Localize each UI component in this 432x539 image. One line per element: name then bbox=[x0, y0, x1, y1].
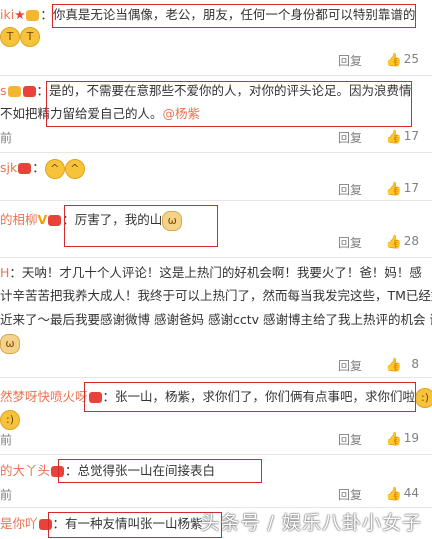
highlight-box bbox=[46, 81, 412, 127]
comment-3: sjk： ^ ^ 回复 👍 17 bbox=[0, 153, 432, 199]
thumbs-up-icon[interactable]: 👍 bbox=[386, 358, 402, 373]
watermark: 头条号 / 娱乐八卦小女子 bbox=[200, 512, 422, 534]
reply-button[interactable]: 回复 bbox=[338, 486, 362, 503]
crying-emoji-icon: T bbox=[0, 26, 20, 47]
comment-text: ：天呐！才几十个人评论！这是上热门的好机会啊！我要火了！爸！妈！感 bbox=[9, 265, 422, 280]
comment-5: H：天呐！才几十个人评论！这是上热门的好机会啊！我要火了！爸！妈！感 计辛苦苦把… bbox=[0, 258, 432, 376]
highlight-box bbox=[84, 382, 416, 412]
username[interactable]: iki bbox=[0, 7, 14, 22]
reply-button[interactable]: 回复 bbox=[338, 357, 362, 374]
comment-text: ： bbox=[32, 160, 45, 175]
verified-v-icon: V bbox=[37, 212, 48, 227]
username[interactable]: 然梦呀快喷火呀 bbox=[0, 389, 88, 404]
username[interactable]: H bbox=[0, 265, 9, 280]
comment-7: 的大丫头 ：总觉得张一山在间接表白 前 回复 👍 44 bbox=[0, 455, 432, 505]
star-icon: ★ bbox=[14, 7, 26, 22]
crown-badge-icon bbox=[7, 86, 21, 97]
like-count: 44 bbox=[403, 486, 419, 500]
like-count: 28 bbox=[403, 234, 419, 248]
thumbs-up-icon[interactable]: 👍 bbox=[386, 235, 402, 250]
reply-button[interactable]: 回复 bbox=[338, 129, 362, 146]
like-count: 8 bbox=[411, 357, 419, 371]
username[interactable]: 的大丫头 bbox=[0, 463, 50, 478]
laughing-tears-emoji-icon: ^ bbox=[44, 158, 65, 179]
like-count: 17 bbox=[403, 129, 419, 143]
username[interactable]: 是你吖 bbox=[0, 516, 38, 531]
comment-4: 的相柳V ：厉害了，我的山 ω 回复 👍 28 bbox=[0, 201, 432, 256]
like-count: 17 bbox=[403, 181, 419, 195]
timestamp: 前 bbox=[0, 131, 13, 145]
thumbs-up-icon[interactable]: 👍 bbox=[386, 130, 402, 145]
like-count: 19 bbox=[403, 431, 419, 445]
like-count: 25 bbox=[403, 52, 419, 66]
timestamp: 前 bbox=[0, 488, 13, 502]
comment-text: 计辛苦苦把我养大成人！我终于可以上热门了，然而每当我发完这些，TM已经好 bbox=[0, 288, 432, 303]
laughing-tears-emoji-icon: ^ bbox=[64, 158, 85, 179]
comment-2: s ：是的，不需要在意那些不爱你的人，对你的评头论足。因为浪费情 不如把精力留给爱… bbox=[0, 76, 432, 151]
level-badge-icon bbox=[48, 215, 62, 226]
reply-button[interactable]: 回复 bbox=[338, 431, 362, 448]
highlight-box bbox=[58, 459, 262, 483]
cat-emoji-icon: ω bbox=[0, 333, 20, 354]
level-badge-icon bbox=[22, 86, 36, 97]
grin-emoji-icon: :) bbox=[415, 387, 432, 408]
comment-text: 近来了～最后我要感谢微博 感谢爸妈 感谢cctv 感谢博主给了我上热评的机会 谢 bbox=[0, 312, 432, 327]
grin-emoji-icon: :) bbox=[0, 409, 20, 430]
comment-1: iki★ ：你真是无论当偶像，老公，朋友，任何一个身份都可以特别靠谱的 TT 回复… bbox=[0, 0, 432, 72]
username[interactable]: s bbox=[0, 83, 7, 98]
reply-button[interactable]: 回复 bbox=[338, 52, 362, 69]
thumbs-up-icon[interactable]: 👍 bbox=[386, 182, 402, 197]
highlight-box bbox=[52, 4, 416, 28]
crying-emoji-icon: T bbox=[20, 26, 40, 47]
level-badge-icon bbox=[18, 163, 32, 174]
thumbs-up-icon[interactable]: 👍 bbox=[386, 53, 402, 68]
comment-6: 然梦呀快喷火呀 ：张一山，杨紫，求你们了，你们俩有点事吧，求你们啦:) :) 前 … bbox=[0, 378, 432, 453]
thumbs-up-icon[interactable]: 👍 bbox=[386, 432, 402, 447]
timestamp: 前 bbox=[0, 433, 13, 447]
reply-button[interactable]: 回复 bbox=[338, 234, 362, 251]
crown-badge-icon bbox=[26, 10, 40, 21]
thumbs-up-icon[interactable]: 👍 bbox=[386, 487, 402, 502]
highlight-box bbox=[48, 512, 222, 538]
reply-button[interactable]: 回复 bbox=[338, 181, 362, 198]
username[interactable]: 的相柳 bbox=[0, 212, 38, 227]
username[interactable]: sjk bbox=[0, 160, 17, 175]
